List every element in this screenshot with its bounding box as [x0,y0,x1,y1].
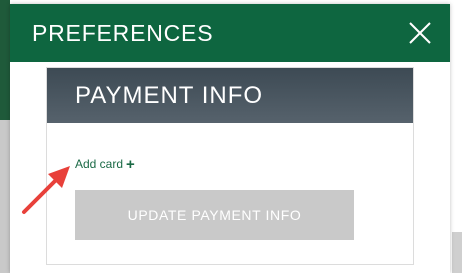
annotation-arrow-icon [22,166,70,214]
payment-info-card: PAYMENT INFO Add card + UPDATE PAYMENT IN… [46,67,414,265]
background-gray-strip [0,120,10,273]
card-header: PAYMENT INFO [47,68,413,123]
modal-header: PREFERENCES [10,4,450,62]
card-title: PAYMENT INFO [75,82,264,109]
background-page-left [0,0,10,273]
add-card-label: Add card [75,157,124,171]
modal-body: PAYMENT INFO Add card + UPDATE PAYMENT IN… [10,62,450,273]
background-green-strip [0,0,10,120]
close-button[interactable] [408,21,432,45]
add-card-link[interactable]: Add card + [75,157,135,172]
update-payment-info-button[interactable]: UPDATE PAYMENT INFO [75,190,354,240]
modal-title: PREFERENCES [32,20,214,46]
background-page-right [450,0,462,273]
close-icon [409,22,431,44]
scrollbar-thumb[interactable] [452,232,462,273]
plus-icon: + [126,156,135,173]
preferences-modal: PREFERENCES PAYMENT INFO Add card + UPDAT… [10,4,450,273]
